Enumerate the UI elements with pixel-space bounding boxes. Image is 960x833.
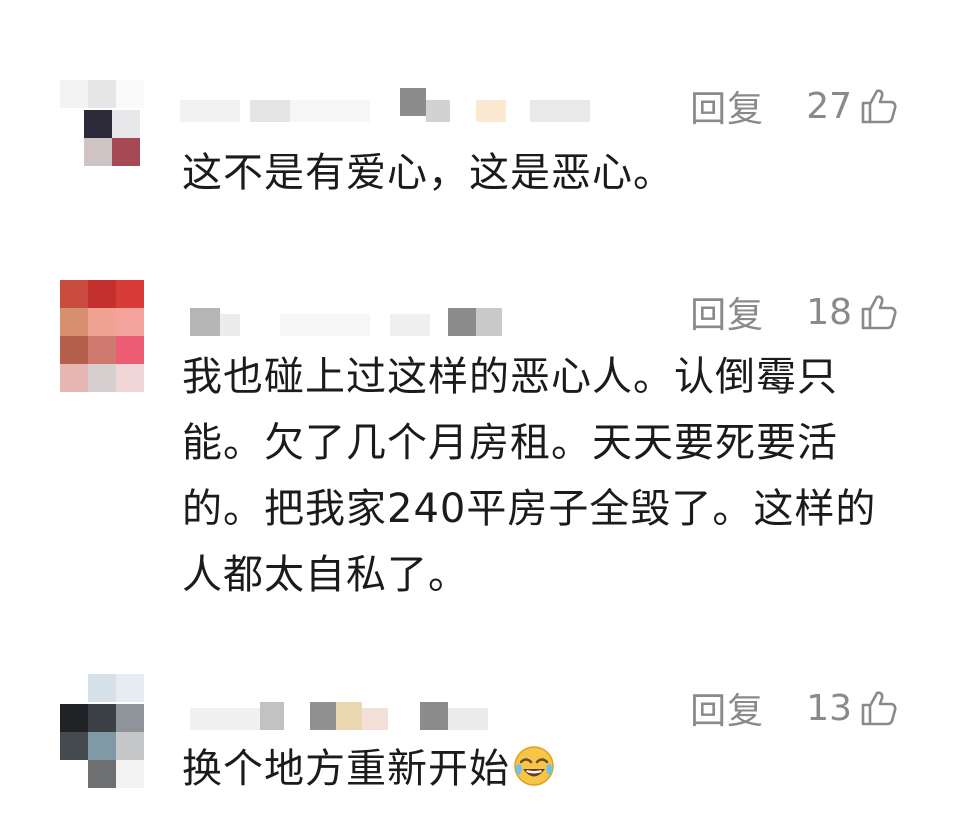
thumbs-up-icon[interactable]: [858, 688, 898, 728]
thumbs-up-icon[interactable]: [858, 86, 898, 126]
comment-text-wrapper: 换个地方重新开始: [182, 736, 882, 802]
reply-button[interactable]: 回复: [690, 682, 764, 734]
reply-button[interactable]: 回复: [690, 80, 764, 132]
comment-item: 回复 18 我也碰上过这样的恶心人。认倒霉只能。欠了几个月房租。天天要死要活的。…: [0, 260, 960, 600]
comment-actions: 回复 18: [690, 290, 898, 336]
reply-button[interactable]: 回复: [690, 286, 764, 338]
avatar[interactable]: [60, 80, 144, 190]
avatar[interactable]: [60, 674, 144, 788]
comment-item: 回复 13 换个地方重新开始: [0, 660, 960, 833]
comment-item: 回复 27 这不是有爱心，这是恶心。: [0, 0, 960, 230]
username-blurred[interactable]: [180, 86, 620, 126]
comment-text: 我也碰上过这样的恶心人。认倒霉只能。欠了几个月房租。天天要死要活的。把我家240…: [182, 354, 877, 598]
username-blurred[interactable]: [180, 300, 620, 340]
username-blurred[interactable]: [180, 694, 620, 734]
comment-text: 这不是有爱心，这是恶心。: [182, 150, 674, 196]
comment-actions: 回复 27: [690, 84, 898, 130]
like-count: 13: [806, 687, 852, 729]
comment-actions: 回复 13: [690, 686, 898, 732]
laughing-crying-emoji-icon: [514, 746, 554, 786]
avatar[interactable]: [60, 280, 144, 392]
like-count: 27: [806, 85, 852, 127]
like-count: 18: [806, 291, 852, 333]
thumbs-up-icon[interactable]: [858, 292, 898, 332]
comment-text: 换个地方重新开始: [182, 746, 510, 792]
